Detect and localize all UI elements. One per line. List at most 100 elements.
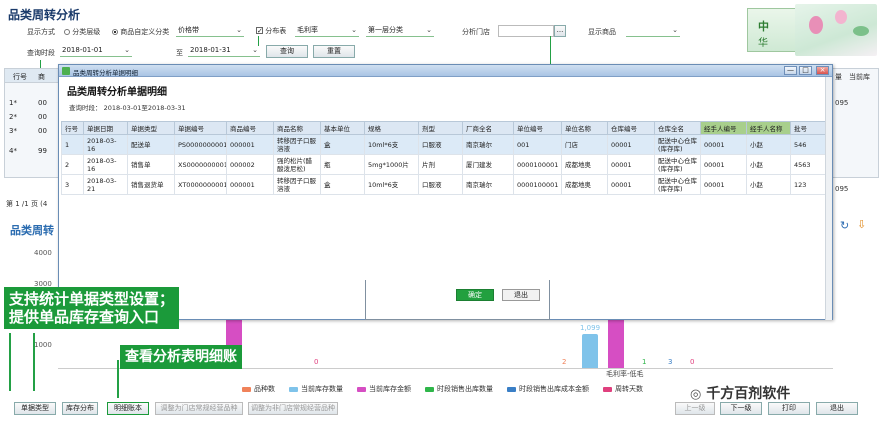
- chevron-down-icon: ⌄: [124, 46, 130, 54]
- legend-item[interactable]: 时段销售出库数量: [425, 385, 493, 393]
- dialog-exit-button[interactable]: 退出: [502, 289, 540, 301]
- background-data-grid: 行号 商 1* 00 2* 00 3* 00 4* 99: [4, 68, 59, 178]
- table-cell: 片剂: [418, 154, 463, 175]
- column-header[interactable]: 剂型: [418, 121, 463, 135]
- column-header[interactable]: 单位名称: [561, 121, 608, 135]
- dialog-scrollbar[interactable]: [825, 77, 832, 320]
- date-to-label: 至: [176, 49, 183, 57]
- display-goods-label: 显示商品: [588, 28, 616, 36]
- query-button[interactable]: 查询: [266, 45, 308, 58]
- distribution-table-checkbox[interactable]: ✓ 分布表: [256, 26, 286, 36]
- stock-distribution-button[interactable]: 库存分布: [62, 402, 98, 415]
- display-goods-select[interactable]: ⌄: [626, 25, 680, 37]
- chart-data-label: 0: [314, 358, 319, 366]
- column-header[interactable]: 经手人名称: [746, 121, 791, 135]
- column-header[interactable]: 单位编号: [513, 121, 562, 135]
- legend-swatch: [289, 386, 298, 392]
- display-mode-label: 显示方式: [27, 28, 55, 36]
- legend-item[interactable]: 当前库存数量: [289, 385, 343, 393]
- table-cell: 门店: [561, 134, 608, 155]
- table-cell: 2018-03-16: [83, 154, 128, 175]
- table-cell: 1: [61, 134, 84, 155]
- column-header[interactable]: 经手人编号: [700, 121, 747, 135]
- table-row[interactable]: 1 2018-03-16 配送单 PS0000000001 000001 转移因子口服溶液…: [61, 134, 831, 155]
- background-grid-right: 量 当前库 095 095: [828, 68, 879, 193]
- date-from-input[interactable]: 2018-01-01 ⌄: [60, 45, 132, 57]
- close-icon[interactable]: ×: [816, 66, 829, 75]
- dialog-query-time: 查询时段： 2018-03-01至2018-03-31: [69, 104, 186, 112]
- column-header[interactable]: 单据类型: [127, 121, 175, 135]
- dialog-title-bar: 品类周转分析单据明细 — □ ×: [59, 65, 832, 77]
- table-cell: 口服液: [418, 174, 463, 195]
- column-header[interactable]: 单据编号: [174, 121, 227, 135]
- column-header[interactable]: 商品名称: [273, 121, 321, 135]
- radio-custom-category[interactable]: 商品自定义分类: [112, 27, 169, 37]
- export-icon[interactable]: ⇩: [857, 218, 866, 231]
- column-header[interactable]: 基本单位: [320, 121, 365, 135]
- column-header[interactable]: 商品编号: [226, 121, 274, 135]
- next-level-button[interactable]: 下一级: [720, 402, 762, 415]
- legend-item[interactable]: 当前库存金额: [357, 385, 411, 393]
- table-row[interactable]: 2 2018-03-16 销售单 XS0000000001 000002 强的松片(醋酸泼…: [61, 154, 831, 175]
- table-cell: 南京瑞尔: [462, 174, 514, 195]
- column-header[interactable]: 行号: [61, 121, 84, 135]
- detail-table: 行号 单据日期 单据类型 单据编号 商品编号 商品名称 基本单位 规格 剂型 厂商全名 单位编号 单位…: [61, 121, 831, 195]
- analysis-store-input[interactable]: [498, 25, 554, 37]
- table-cell: 配送中心仓库(库存库): [654, 134, 701, 155]
- chevron-down-icon: ⌄: [351, 26, 357, 34]
- annotation-doc-type: 支持统计单据类型设置； 提供单品库存查询入口: [4, 287, 180, 329]
- legend-item[interactable]: 品种数: [242, 385, 275, 393]
- y-tick-label: 1000: [34, 341, 52, 349]
- column-header[interactable]: 仓库编号: [607, 121, 655, 135]
- table-cell: 5mg*1000片: [364, 154, 419, 175]
- table-cell: 2018-03-21: [83, 174, 128, 195]
- table-cell: 成都地奥: [561, 174, 608, 195]
- date-to-input[interactable]: 2018-01-31 ⌄: [188, 45, 260, 57]
- chart-data-label: 0: [690, 358, 695, 366]
- annotation-arrow: [9, 333, 11, 391]
- watermark: ◎ 千方百剂软件: [690, 386, 791, 402]
- app-icon: [62, 67, 70, 75]
- chart-section-title: 品类周转: [10, 224, 54, 237]
- radio-selected-icon: [112, 29, 118, 35]
- legend-swatch: [357, 386, 366, 392]
- refresh-icon[interactable]: ↻: [840, 219, 849, 232]
- legend-item[interactable]: 时段销售出库成本金额: [507, 385, 589, 393]
- column-header[interactable]: 厂商全名: [462, 121, 514, 135]
- grid-pager: 第 1 /1 页 (4: [6, 200, 48, 208]
- annotation-arrow: [117, 360, 119, 398]
- radio-category-level[interactable]: 分类层级: [64, 27, 100, 37]
- maximize-icon[interactable]: □: [799, 66, 812, 75]
- exit-button[interactable]: 退出: [816, 402, 858, 415]
- chevron-down-icon: ⌄: [252, 46, 258, 54]
- custom-category-select[interactable]: 价格带 ⌄: [176, 25, 244, 37]
- chart-bar: [582, 333, 598, 368]
- adjust-non-store-regular-button[interactable]: 调整为非门店常规经营品种: [248, 402, 338, 415]
- doc-type-button[interactable]: 单据类型: [14, 402, 56, 415]
- reset-button[interactable]: 重置: [313, 45, 355, 58]
- ok-button[interactable]: 确定: [456, 289, 494, 301]
- grid-row-num: 2*: [9, 113, 17, 121]
- first-category-select[interactable]: 第一层分类 ⌄: [366, 25, 434, 37]
- distribution-table-select[interactable]: 毛利率 ⌄: [295, 25, 359, 37]
- adjust-store-regular-button[interactable]: 调整为门店常规经营品种: [155, 402, 243, 415]
- table-cell: 配送中心仓库(库存库): [654, 154, 701, 175]
- chevron-down-icon: ⌄: [426, 26, 432, 34]
- prev-level-button[interactable]: 上一级: [675, 402, 715, 415]
- table-cell: 3: [61, 174, 84, 195]
- y-tick-label: 4000: [34, 249, 52, 257]
- detail-ledger-button[interactable]: 明细账本: [107, 402, 149, 415]
- grid-row-num: 1*: [9, 99, 17, 107]
- store-picker-button[interactable]: ...: [554, 25, 566, 37]
- table-cell: 厦门建发: [462, 154, 514, 175]
- table-row[interactable]: 3 2018-03-21 销售退货单 XT0000000001 000001 转移因子口服…: [61, 174, 831, 195]
- legend-item[interactable]: 周转天数: [603, 385, 643, 393]
- minimize-icon[interactable]: —: [784, 66, 797, 75]
- column-header[interactable]: 单据日期: [83, 121, 128, 135]
- table-cell: 2018-03-16: [83, 134, 128, 155]
- lotus-decoration-image: [795, 4, 877, 56]
- column-header[interactable]: 规格: [364, 121, 419, 135]
- print-button[interactable]: 打印: [768, 402, 810, 415]
- table-cell: 盒: [320, 174, 365, 195]
- column-header[interactable]: 仓库全名: [654, 121, 701, 135]
